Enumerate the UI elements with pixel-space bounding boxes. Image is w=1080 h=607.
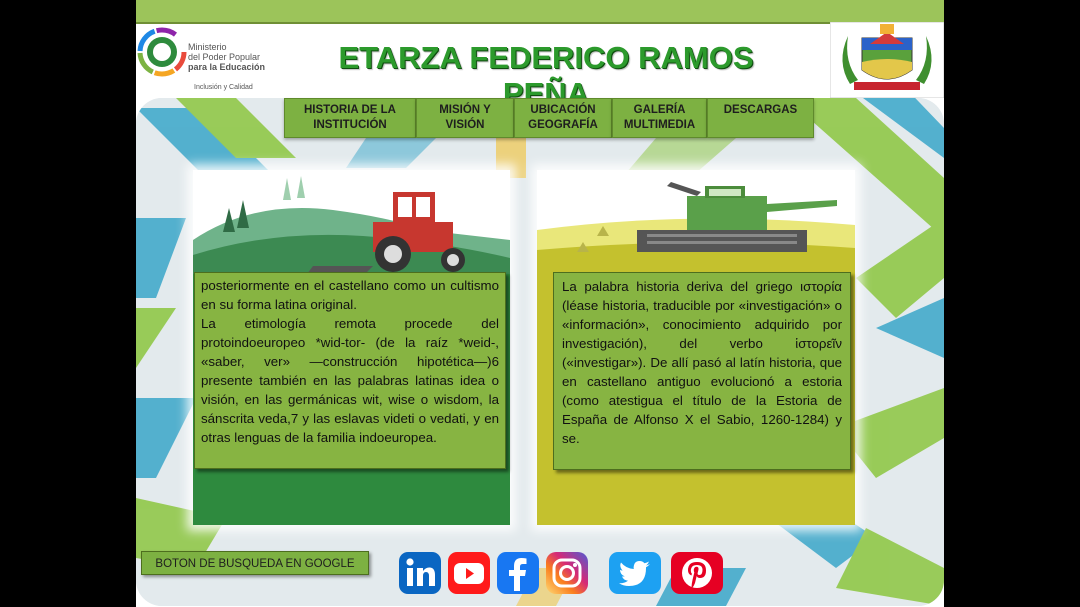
nav-item-mision[interactable]: MISIÓN Y VISIÓN xyxy=(416,98,514,138)
nav-label-line: INSTITUCIÓN xyxy=(313,119,387,131)
main-nav: HISTORIA DE LA INSTITUCIÓN MISIÓN Y VISI… xyxy=(284,98,814,138)
left-text-box: posteriormente en el castellano como un … xyxy=(194,272,506,469)
nav-label-line: MULTIMEDIA xyxy=(623,119,696,131)
right-text-box: La palabra historia deriva del griego ισ… xyxy=(553,272,851,470)
ministry-logo-icon xyxy=(137,27,187,77)
logo-line: Ministerio xyxy=(188,42,227,52)
nav-label-line: HISTORIA DE LA xyxy=(303,104,396,116)
instagram-icon[interactable] xyxy=(545,551,589,595)
left-paragraph-1: posteriormente en el castellano como un … xyxy=(201,278,499,312)
left-paragraph-2: La etimología remota procede del protoin… xyxy=(201,316,499,445)
facebook-icon[interactable] xyxy=(496,551,540,595)
school-seal xyxy=(829,21,944,99)
ministry-logo-text: Ministerio del Poder Popular para la Edu… xyxy=(188,42,265,72)
nav-label-line: DESCARGAS xyxy=(723,104,798,116)
nav-item-historia[interactable]: HISTORIA DE LA INSTITUCIÓN xyxy=(284,98,416,138)
youtube-icon[interactable] xyxy=(447,551,491,595)
right-paragraph-1: La palabra historia deriva del griego ισ… xyxy=(562,279,842,446)
nav-label-line: GEOGRAFÍA xyxy=(528,119,598,131)
slide: Ministerio del Poder Popular para la Edu… xyxy=(136,0,944,607)
pinterest-icon[interactable] xyxy=(670,551,724,595)
logo-line: para la Educación xyxy=(188,62,266,72)
nav-label-line: MISIÓN Y xyxy=(439,104,491,116)
nav-label-line: GALERÍA xyxy=(633,104,686,116)
tractor-illustration xyxy=(193,170,510,280)
nav-label-line: UBICACIÓN xyxy=(530,104,596,116)
nav-item-galeria[interactable]: GALERÍA MULTIMEDIA xyxy=(612,98,707,138)
seal-icon xyxy=(829,21,944,99)
nav-item-ubicacion[interactable]: UBICACIÓN GEOGRAFÍA xyxy=(514,98,612,138)
logo-subtext: Inclusión y Calidad xyxy=(194,84,253,91)
linkedin-icon[interactable] xyxy=(398,551,442,595)
twitter-icon[interactable] xyxy=(608,551,662,595)
top-bar xyxy=(136,0,944,24)
harvester-illustration xyxy=(537,170,855,280)
logo-line: del Poder Popular xyxy=(188,52,261,62)
nav-item-descargas[interactable]: DESCARGAS xyxy=(707,98,814,138)
google-search-button[interactable]: BOTON DE BUSQUEDA EN GOOGLE xyxy=(141,551,369,575)
ministry-logo: Ministerio del Poder Popular para la Edu… xyxy=(136,22,266,94)
nav-label-line: VISIÓN xyxy=(445,119,485,131)
